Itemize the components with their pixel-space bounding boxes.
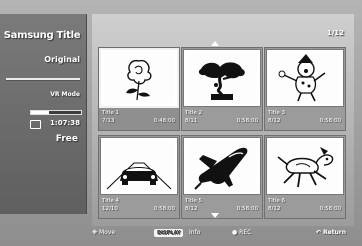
title-duration: 0:58:00 <box>236 118 258 124</box>
title-tile[interactable]: Title 1 7/13 0:48:00 <box>98 47 180 131</box>
title-thumbnail <box>100 137 178 195</box>
page-indicator: 1/12 <box>326 29 344 37</box>
title-label: Title 1 <box>102 110 120 116</box>
title-tile[interactable]: Title 6 8/12 0:58:00 <box>264 135 346 219</box>
scroll-up-arrow-icon[interactable] <box>211 41 219 46</box>
title-duration: 0:58:00 <box>319 206 341 212</box>
title-duration: 0:58:00 <box>319 118 341 124</box>
space-shuttle-icon <box>194 147 248 190</box>
rose-icon <box>126 59 152 101</box>
navigation-arrows-icon: ✥ <box>92 229 98 236</box>
disc-icon <box>30 120 41 129</box>
mode-label: VR Mode <box>50 91 80 98</box>
title-tile[interactable]: Title 2 8/11 0:58:00 <box>181 47 263 131</box>
title-thumbnail <box>266 137 344 195</box>
rec-icon: ● <box>232 229 238 236</box>
help-bar: ✥ Move DISPLAY Info ● REC ↶ Return <box>92 226 354 240</box>
sidebar-subtitle: Original <box>44 55 80 64</box>
free-label: Free <box>55 134 78 144</box>
title-date: 12/10 <box>102 206 118 212</box>
title-label: Title 3 <box>268 110 286 116</box>
sidebar-divider <box>6 78 80 81</box>
return-icon: ↶ <box>315 229 321 236</box>
disc-usage-fill <box>31 111 49 114</box>
clown-icon <box>278 54 326 102</box>
move-hint: ✥ Move <box>92 226 115 240</box>
title-duration: 0:58:00 <box>236 206 258 212</box>
title-date: 8/12 <box>185 206 198 212</box>
bonsai-icon <box>198 62 245 100</box>
title-label: Title 2 <box>185 110 203 116</box>
move-label: Move <box>98 229 116 236</box>
return-label: Return <box>322 229 346 236</box>
sidebar-title: Samsung Title <box>2 30 82 41</box>
title-date: 7/13 <box>102 118 115 124</box>
display-key-icon: DISPLAY <box>154 229 184 237</box>
car-icon <box>106 162 172 190</box>
title-label: Title 6 <box>268 198 286 204</box>
return-hint: ↶ Return <box>316 226 346 240</box>
title-tile[interactable]: Title 5 8/12 0:58:00 <box>181 135 263 219</box>
rec-hint: ● REC <box>232 226 251 240</box>
title-duration: 0:48:00 <box>153 118 175 124</box>
title-thumbnail <box>183 137 261 195</box>
title-tile[interactable]: Title 3 8/12 0:58:00 <box>264 47 346 131</box>
title-list-panel: 1/12 Title 1 7/13 0:48:00 Title 2 8/11 0… <box>92 14 354 226</box>
title-date: 8/12 <box>268 118 281 124</box>
title-duration: 0:58:00 <box>153 206 175 212</box>
sidebar-title-line1: Samsung Title <box>3 30 81 41</box>
dog-icon <box>277 147 334 188</box>
info-label: Info <box>189 229 201 236</box>
title-thumbnail <box>266 49 344 107</box>
time-remaining: 1:07:38 <box>50 119 80 127</box>
screen: Samsung Title Original VR Mode 1:07:38 F… <box>0 0 362 246</box>
sidebar: Samsung Title Original VR Mode 1:07:38 F… <box>0 14 87 214</box>
disc-usage-bar <box>30 110 82 115</box>
rec-label: REC <box>239 229 252 236</box>
title-thumbnail <box>183 49 261 107</box>
title-label: Title 4 <box>102 198 120 204</box>
scroll-down-arrow-icon[interactable] <box>211 213 219 218</box>
title-date: 8/11 <box>185 118 198 124</box>
title-date: 8/12 <box>268 206 281 212</box>
title-label: Title 5 <box>185 198 203 204</box>
title-tile[interactable]: Title 4 12/10 0:58:00 <box>98 135 180 219</box>
title-thumbnail <box>99 48 179 108</box>
